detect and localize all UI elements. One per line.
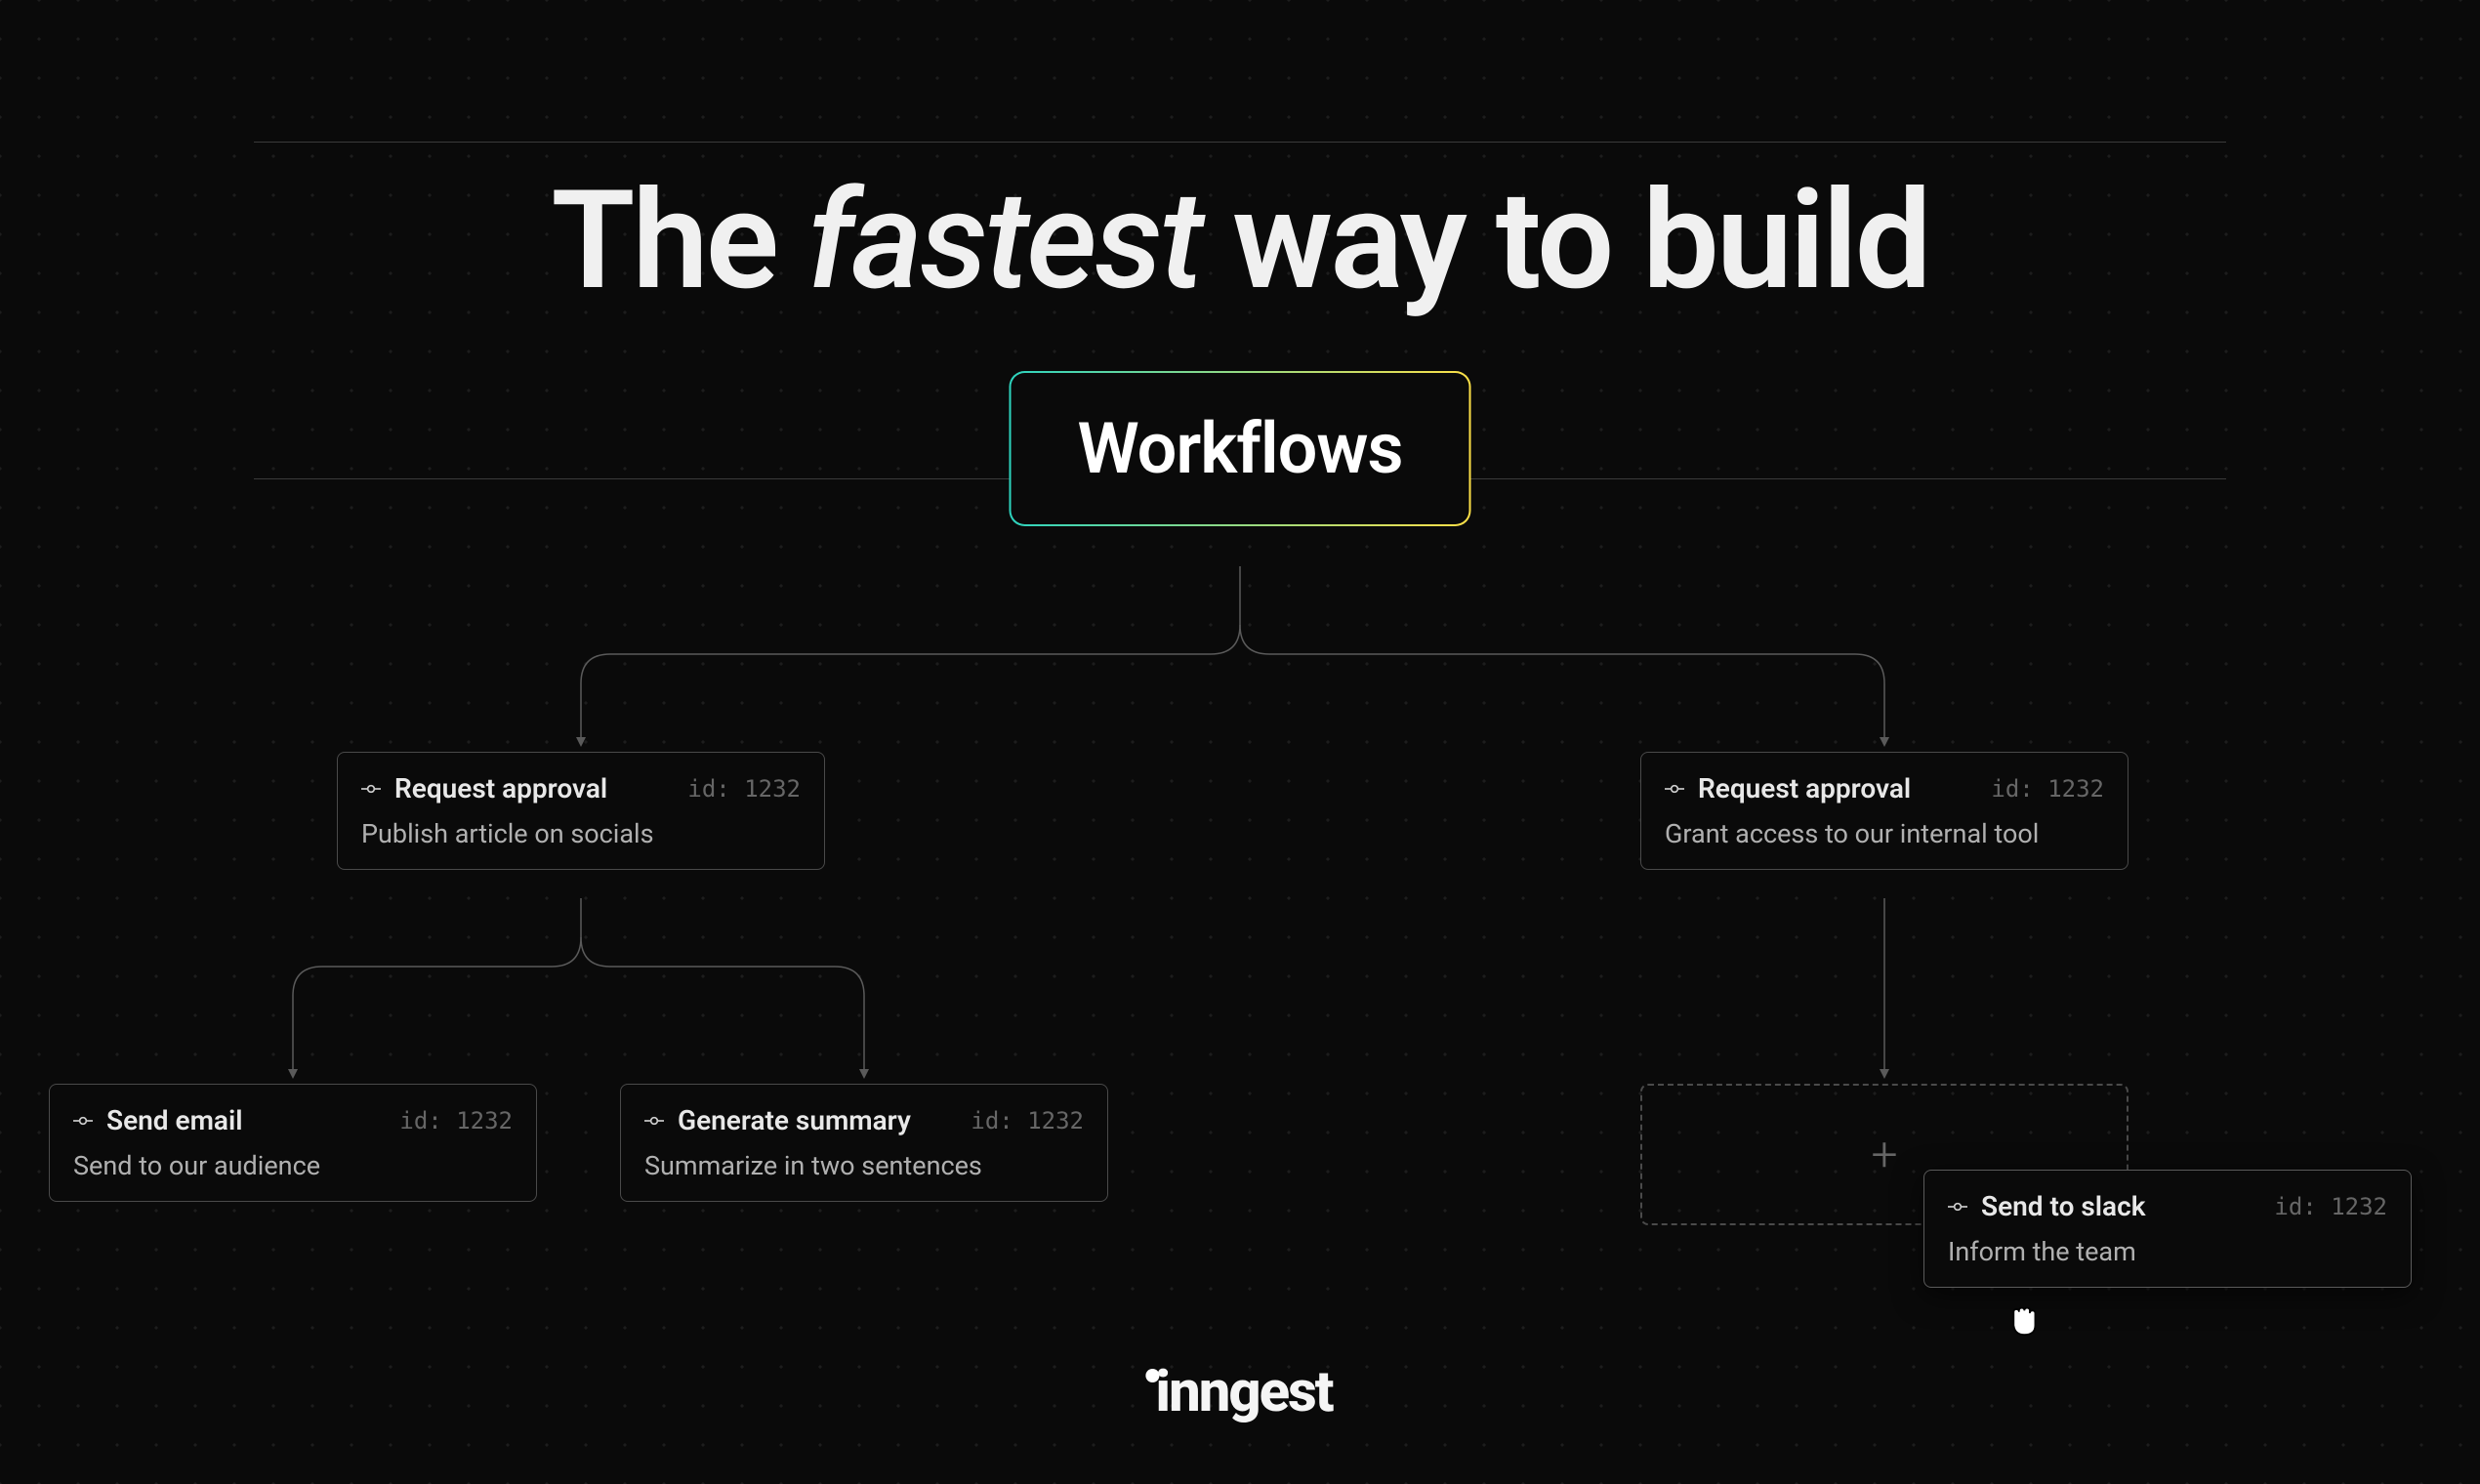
node-send-email[interactable]: Send email id: 1232 Send to our audience [49,1084,537,1202]
node-request-approval-right[interactable]: Request approval id: 1232 Grant access t… [1640,752,2129,870]
plus-icon: + [1871,1127,1897,1182]
divider-top [254,142,2226,143]
workflows-label: Workflows [1012,373,1469,524]
logo-text: inngest [1155,1359,1332,1425]
workflows-pill: Workflows [1010,371,1471,526]
commit-icon [1665,779,1684,799]
node-title: Send email [106,1104,386,1136]
node-request-approval-left[interactable]: Request approval id: 1232 Publish articl… [337,752,825,870]
headline-pre: The [551,161,806,321]
node-id: id: 1232 [1991,775,2104,803]
node-desc: Publish article on socials [361,818,801,849]
node-id: id: 1232 [971,1107,1084,1134]
headline-post: way to build [1201,161,1928,321]
node-generate-summary[interactable]: Generate summary id: 1232 Summarize in t… [620,1084,1108,1202]
inngest-logo: inngest [1147,1359,1332,1425]
headline: The fastest way to build [0,161,2480,321]
headline-emphasis: fastest [807,161,1201,321]
commit-icon [361,779,381,799]
node-title: Generate summary [678,1104,957,1136]
node-id: id: 1232 [2274,1193,2387,1220]
node-id: id: 1232 [399,1107,513,1134]
node-title: Send to slack [1981,1190,2260,1222]
grab-cursor-icon [2002,1298,2045,1341]
node-send-to-slack-dragging[interactable]: Send to slack id: 1232 Inform the team [1923,1170,2412,1288]
node-desc: Summarize in two sentences [644,1150,1084,1181]
node-title: Request approval [394,772,674,804]
commit-icon [644,1111,664,1131]
node-desc: Inform the team [1948,1236,2387,1267]
commit-icon [73,1111,93,1131]
commit-icon [1948,1197,1967,1216]
node-desc: Send to our audience [73,1150,513,1181]
node-desc: Grant access to our internal tool [1665,818,2104,849]
node-id: id: 1232 [687,775,801,803]
node-title: Request approval [1698,772,1977,804]
